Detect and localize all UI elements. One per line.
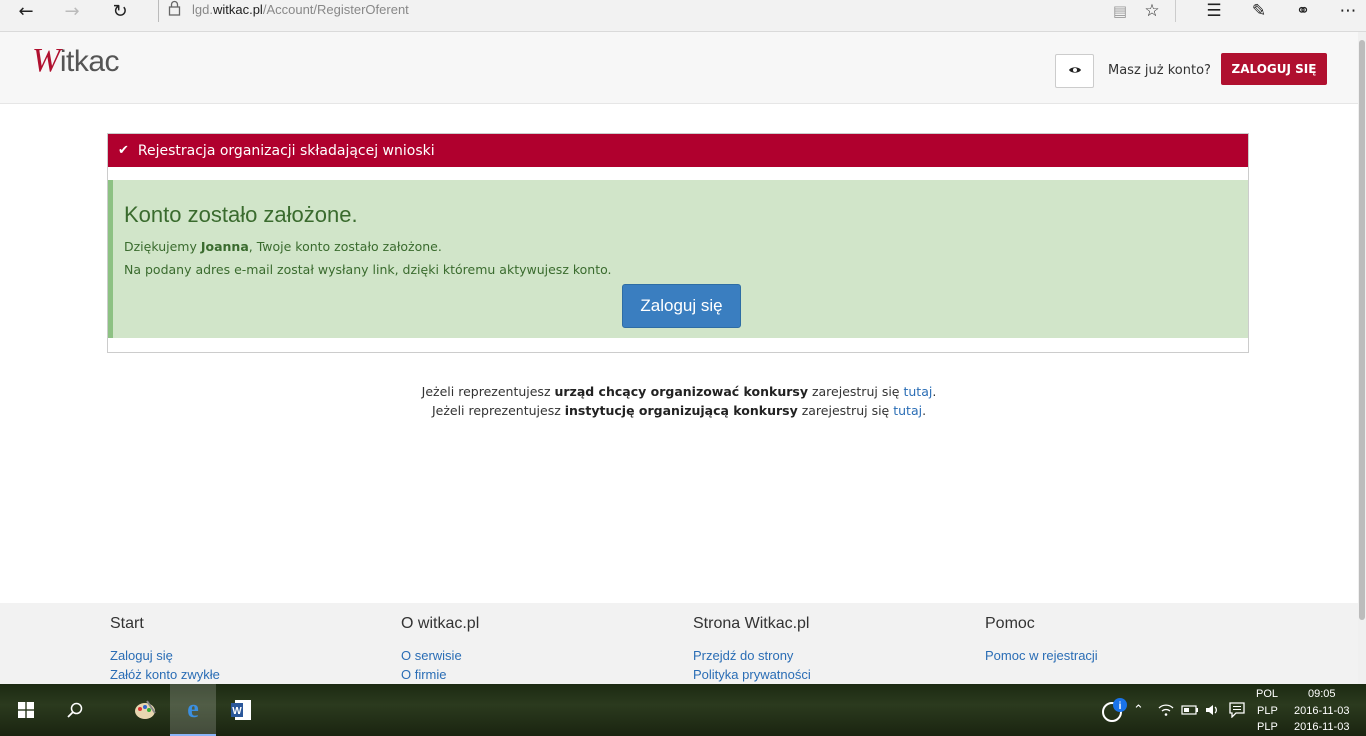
- success-title: Konto zostało założone.: [124, 202, 358, 227]
- thanks-message: Dziękujemy Joanna, Twoje konto zostało z…: [124, 239, 442, 254]
- address-bar[interactable]: lgd.witkac.pl/Account/RegisterOferent: [192, 2, 409, 17]
- note-middle: zarejestruj się: [797, 403, 894, 418]
- clock-date-2[interactable]: 2016-11-03: [1294, 721, 1349, 733]
- note-prefix: Jeżeli reprezentujesz: [421, 384, 555, 399]
- panel-title: Rejestracja organizacji składającej wnio…: [137, 142, 435, 159]
- footer-title-site: Strona Witkac.pl: [693, 615, 810, 632]
- eye-icon: [1068, 63, 1082, 79]
- note-suffix: .: [932, 384, 937, 399]
- logo-initial: W: [32, 42, 60, 79]
- site-footer: Start Zaloguj się Załóż konto zwykłe O w…: [0, 603, 1358, 685]
- hub-menu-icon[interactable]: ☰: [1199, 0, 1229, 22]
- contrast-toggle-button[interactable]: [1055, 54, 1094, 88]
- note-suffix: .: [922, 403, 927, 418]
- word-app-icon[interactable]: W: [218, 684, 264, 736]
- windows-start-icon[interactable]: [0, 684, 52, 736]
- logo-rest: itkac: [59, 45, 120, 78]
- note-prefix: Jeżeli reprezentujesz: [431, 403, 565, 418]
- note-middle: zarejestruj się: [807, 384, 904, 399]
- register-office-note: Jeżeli reprezentujesz urząd chcący organ…: [0, 384, 1358, 399]
- footer-link-go-to-site[interactable]: Przejdź do strony: [693, 648, 793, 663]
- footer-link-register[interactable]: Załóż konto zwykłe: [110, 667, 220, 682]
- svg-text:i: i: [1119, 701, 1122, 712]
- favorite-star-icon[interactable]: ☆: [1137, 0, 1167, 22]
- thanks-suffix: , Twoje konto zostało założone.: [248, 239, 442, 254]
- back-arrow-icon[interactable]: ←: [6, 0, 46, 22]
- url-path: /Account/RegisterOferent: [262, 2, 409, 17]
- paint-app-icon[interactable]: [122, 684, 168, 736]
- header-login-button[interactable]: ZALOGUJ SIĘ: [1221, 53, 1327, 85]
- address-separator: [158, 0, 159, 22]
- search-icon[interactable]: [52, 684, 98, 736]
- web-note-icon[interactable]: ✎: [1244, 0, 1274, 22]
- witkac-logo[interactable]: Witkac: [32, 42, 120, 80]
- more-options-icon[interactable]: ⋯: [1333, 0, 1363, 22]
- site-header: Witkac Masz już konto? ZALOGUJ SIĘ: [0, 32, 1358, 104]
- battery-icon[interactable]: [1181, 684, 1199, 736]
- volume-icon[interactable]: [1205, 684, 1221, 736]
- toolbar-separator: [1175, 0, 1176, 22]
- register-institution-link[interactable]: tutaj: [893, 403, 922, 418]
- email-info: Na podany adres e-mail został wysłany li…: [124, 262, 612, 277]
- action-center-icon[interactable]: [1229, 684, 1245, 736]
- note-bold: urząd chcący organizować konkursy: [554, 384, 808, 399]
- windows-taskbar: e W i ⌃ POL PLP PLP 09:05 2016-11-03 201…: [0, 684, 1366, 736]
- keyboard-layout-indicator[interactable]: PLP: [1257, 705, 1278, 717]
- footer-title-help: Pomoc: [985, 615, 1035, 632]
- register-institution-note: Jeżeli reprezentujesz instytucję organiz…: [0, 403, 1358, 418]
- checkmark-icon: ✔: [118, 143, 129, 158]
- notification-badge-icon[interactable]: i: [1100, 684, 1128, 736]
- footer-link-login[interactable]: Zaloguj się: [110, 648, 173, 663]
- panel-header: ✔ Rejestracja organizacji składającej wn…: [108, 134, 1248, 167]
- footer-link-about-company[interactable]: O firmie: [401, 667, 447, 682]
- clock-date[interactable]: 2016-11-03: [1294, 705, 1349, 717]
- success-alert: Konto zostało założone. Dziękujemy Joann…: [108, 180, 1248, 338]
- browser-toolbar: ← → ↻ lgd.witkac.pl/Account/RegisterOfer…: [0, 0, 1366, 32]
- keyboard-layout-indicator-2[interactable]: PLP: [1257, 721, 1278, 733]
- registration-panel: ✔ Rejestracja organizacji składającej wn…: [107, 133, 1249, 353]
- scrollbar-thumb[interactable]: [1359, 40, 1365, 620]
- url-prefix: lgd.: [192, 2, 213, 17]
- register-office-link[interactable]: tutaj: [903, 384, 932, 399]
- wifi-icon[interactable]: [1158, 684, 1174, 736]
- forward-arrow-icon[interactable]: →: [52, 0, 92, 22]
- language-indicator[interactable]: POL: [1256, 688, 1278, 700]
- footer-link-registration-help[interactable]: Pomoc w rejestracji: [985, 648, 1098, 663]
- have-account-text: Masz już konto?: [1108, 63, 1211, 78]
- edge-browser-icon[interactable]: e: [170, 684, 216, 736]
- share-icon[interactable]: ⚭: [1288, 0, 1318, 22]
- footer-link-privacy[interactable]: Polityka prywatności: [693, 667, 811, 682]
- footer-title-start: Start: [110, 615, 144, 632]
- show-hidden-icons-chevron-icon[interactable]: ⌃: [1133, 684, 1144, 736]
- login-button[interactable]: Zaloguj się: [622, 284, 741, 328]
- clock-time[interactable]: 09:05: [1308, 688, 1336, 700]
- lock-icon: [168, 0, 181, 20]
- thanks-prefix: Dziękujemy: [124, 239, 201, 254]
- user-name: Joanna: [200, 239, 249, 254]
- refresh-icon[interactable]: ↻: [100, 0, 140, 22]
- footer-link-about-service[interactable]: O serwisie: [401, 648, 462, 663]
- url-domain: witkac.pl: [212, 2, 263, 17]
- svg-text:W: W: [232, 706, 242, 717]
- footer-title-about: O witkac.pl: [401, 615, 480, 632]
- reading-view-icon[interactable]: ▤: [1105, 0, 1135, 22]
- note-bold: instytucję organizującą konkursy: [564, 403, 798, 418]
